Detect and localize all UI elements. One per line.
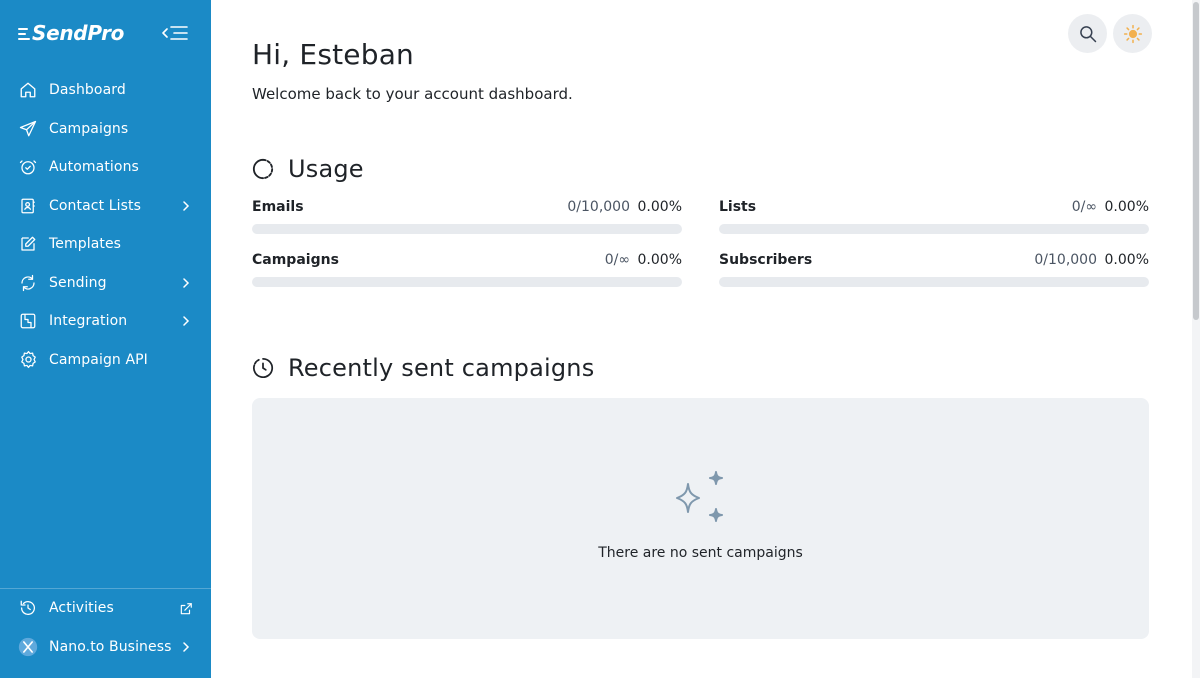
sidebar-item-label: Sending <box>49 274 107 291</box>
usage-metric-name: Emails <box>252 199 304 215</box>
clock-icon <box>252 357 274 379</box>
sidebar-item-account[interactable]: Nano.to Business <box>0 627 211 667</box>
sidebar-item-sending[interactable]: Sending <box>0 264 211 303</box>
send-icon <box>18 119 38 139</box>
chevron-right-icon <box>181 642 191 652</box>
sidebar-item-campaign-api[interactable]: Campaign API <box>0 341 211 380</box>
usage-progress-bar <box>252 277 682 287</box>
usage-metric-campaigns: Campaigns 0/∞ 0.00% <box>252 252 682 287</box>
sidebar-item-integration[interactable]: Integration <box>0 302 211 341</box>
home-icon <box>18 80 38 100</box>
sidebar-item-automations[interactable]: Automations <box>0 148 211 187</box>
usage-metric-lists: Lists 0/∞ 0.00% <box>719 199 1149 234</box>
usage-metric-name: Campaigns <box>252 252 339 268</box>
sidebar-item-label: Automations <box>49 159 139 176</box>
collapse-sidebar-button[interactable] <box>161 21 189 45</box>
sidebar-item-label: Activities <box>49 599 114 616</box>
account-logo-icon <box>18 637 38 657</box>
sidebar-nav: Dashboard Campaigns Automations Contact … <box>0 71 211 379</box>
sidebar-item-label: Contact Lists <box>49 197 141 214</box>
recent-campaigns-heading: Recently sent campaigns <box>252 354 594 382</box>
usage-progress-bar <box>719 277 1149 287</box>
sidebar-item-label: Integration <box>49 313 128 330</box>
integration-icon <box>18 311 38 331</box>
chevron-right-icon <box>181 278 191 288</box>
sidebar-item-contact-lists[interactable]: Contact Lists <box>0 187 211 226</box>
usage-metric-percent: 0.00% <box>637 199 682 215</box>
usage-progress-bar <box>719 224 1149 234</box>
contacts-icon <box>18 196 38 216</box>
edit-icon <box>18 234 38 254</box>
empty-state-panel: There are no sent campaigns <box>252 398 1149 639</box>
history-icon <box>18 598 38 618</box>
sidebar-item-label: Campaigns <box>49 120 129 137</box>
usage-metric-percent: 0.00% <box>637 252 682 268</box>
usage-progress-bar <box>252 224 682 234</box>
main-content: Hi, Esteban Welcome back to your account… <box>211 0 1200 678</box>
sparkles-icon <box>676 471 723 522</box>
sidebar-item-templates[interactable]: Templates <box>0 225 211 264</box>
theme-toggle-button[interactable] <box>1113 14 1152 53</box>
search-icon <box>1079 25 1096 42</box>
welcome-text: Welcome back to your account dashboard. <box>252 85 573 103</box>
usage-metric-percent: 0.00% <box>1104 199 1149 215</box>
alarm-icon <box>18 157 38 177</box>
empty-state-text: There are no sent campaigns <box>598 545 803 561</box>
settings-icon <box>18 350 38 370</box>
loader-icon <box>252 158 274 180</box>
usage-metric-count: 0/10,000 <box>1034 252 1097 268</box>
sidebar-item-label: Templates <box>49 236 122 253</box>
usage-metric-subscribers: Subscribers 0/10,000 0.00% <box>719 252 1149 287</box>
brand-logo[interactable]: SendPro <box>18 20 124 46</box>
sidebar-item-campaigns[interactable]: Campaigns <box>0 110 211 149</box>
sidebar-item-label: Dashboard <box>49 82 126 99</box>
collapse-menu-icon <box>162 26 188 40</box>
sidebar-item-dashboard[interactable]: Dashboard <box>0 71 211 110</box>
usage-title: Usage <box>288 155 364 183</box>
usage-metric-count: 0/10,000 <box>567 199 630 215</box>
usage-metric-name: Subscribers <box>719 252 813 268</box>
usage-heading: Usage <box>252 155 364 183</box>
sidebar-item-label: Campaign API <box>49 351 148 368</box>
usage-metric-count: 0/∞ <box>604 252 630 268</box>
sidebar-item-label: Nano.to Business <box>49 639 172 655</box>
scrollbar-thumb[interactable] <box>1193 2 1199 320</box>
chevron-right-icon <box>181 201 191 211</box>
page-title: Hi, Esteban <box>252 38 414 71</box>
sidebar-bottom-nav: Activities Nano.to Business <box>0 588 211 667</box>
usage-metric-name: Lists <box>719 199 757 215</box>
sidebar-item-activities[interactable]: Activities <box>0 588 211 627</box>
vertical-scrollbar[interactable] <box>1192 0 1200 678</box>
brand-lines-icon <box>18 27 30 40</box>
external-link-icon[interactable] <box>179 601 193 615</box>
sync-icon <box>18 273 38 293</box>
usage-metric-emails: Emails 0/10,000 0.00% <box>252 199 682 234</box>
usage-metric-count: 0/∞ <box>1071 199 1097 215</box>
recent-campaigns-title: Recently sent campaigns <box>288 354 595 382</box>
search-button[interactable] <box>1068 14 1107 53</box>
sidebar: SendPro Dashboard Campaigns Automations … <box>0 0 211 678</box>
chevron-right-icon <box>181 316 191 326</box>
usage-metric-percent: 0.00% <box>1104 252 1149 268</box>
brand-name: SendPro <box>32 21 125 45</box>
sun-icon <box>1123 24 1142 43</box>
